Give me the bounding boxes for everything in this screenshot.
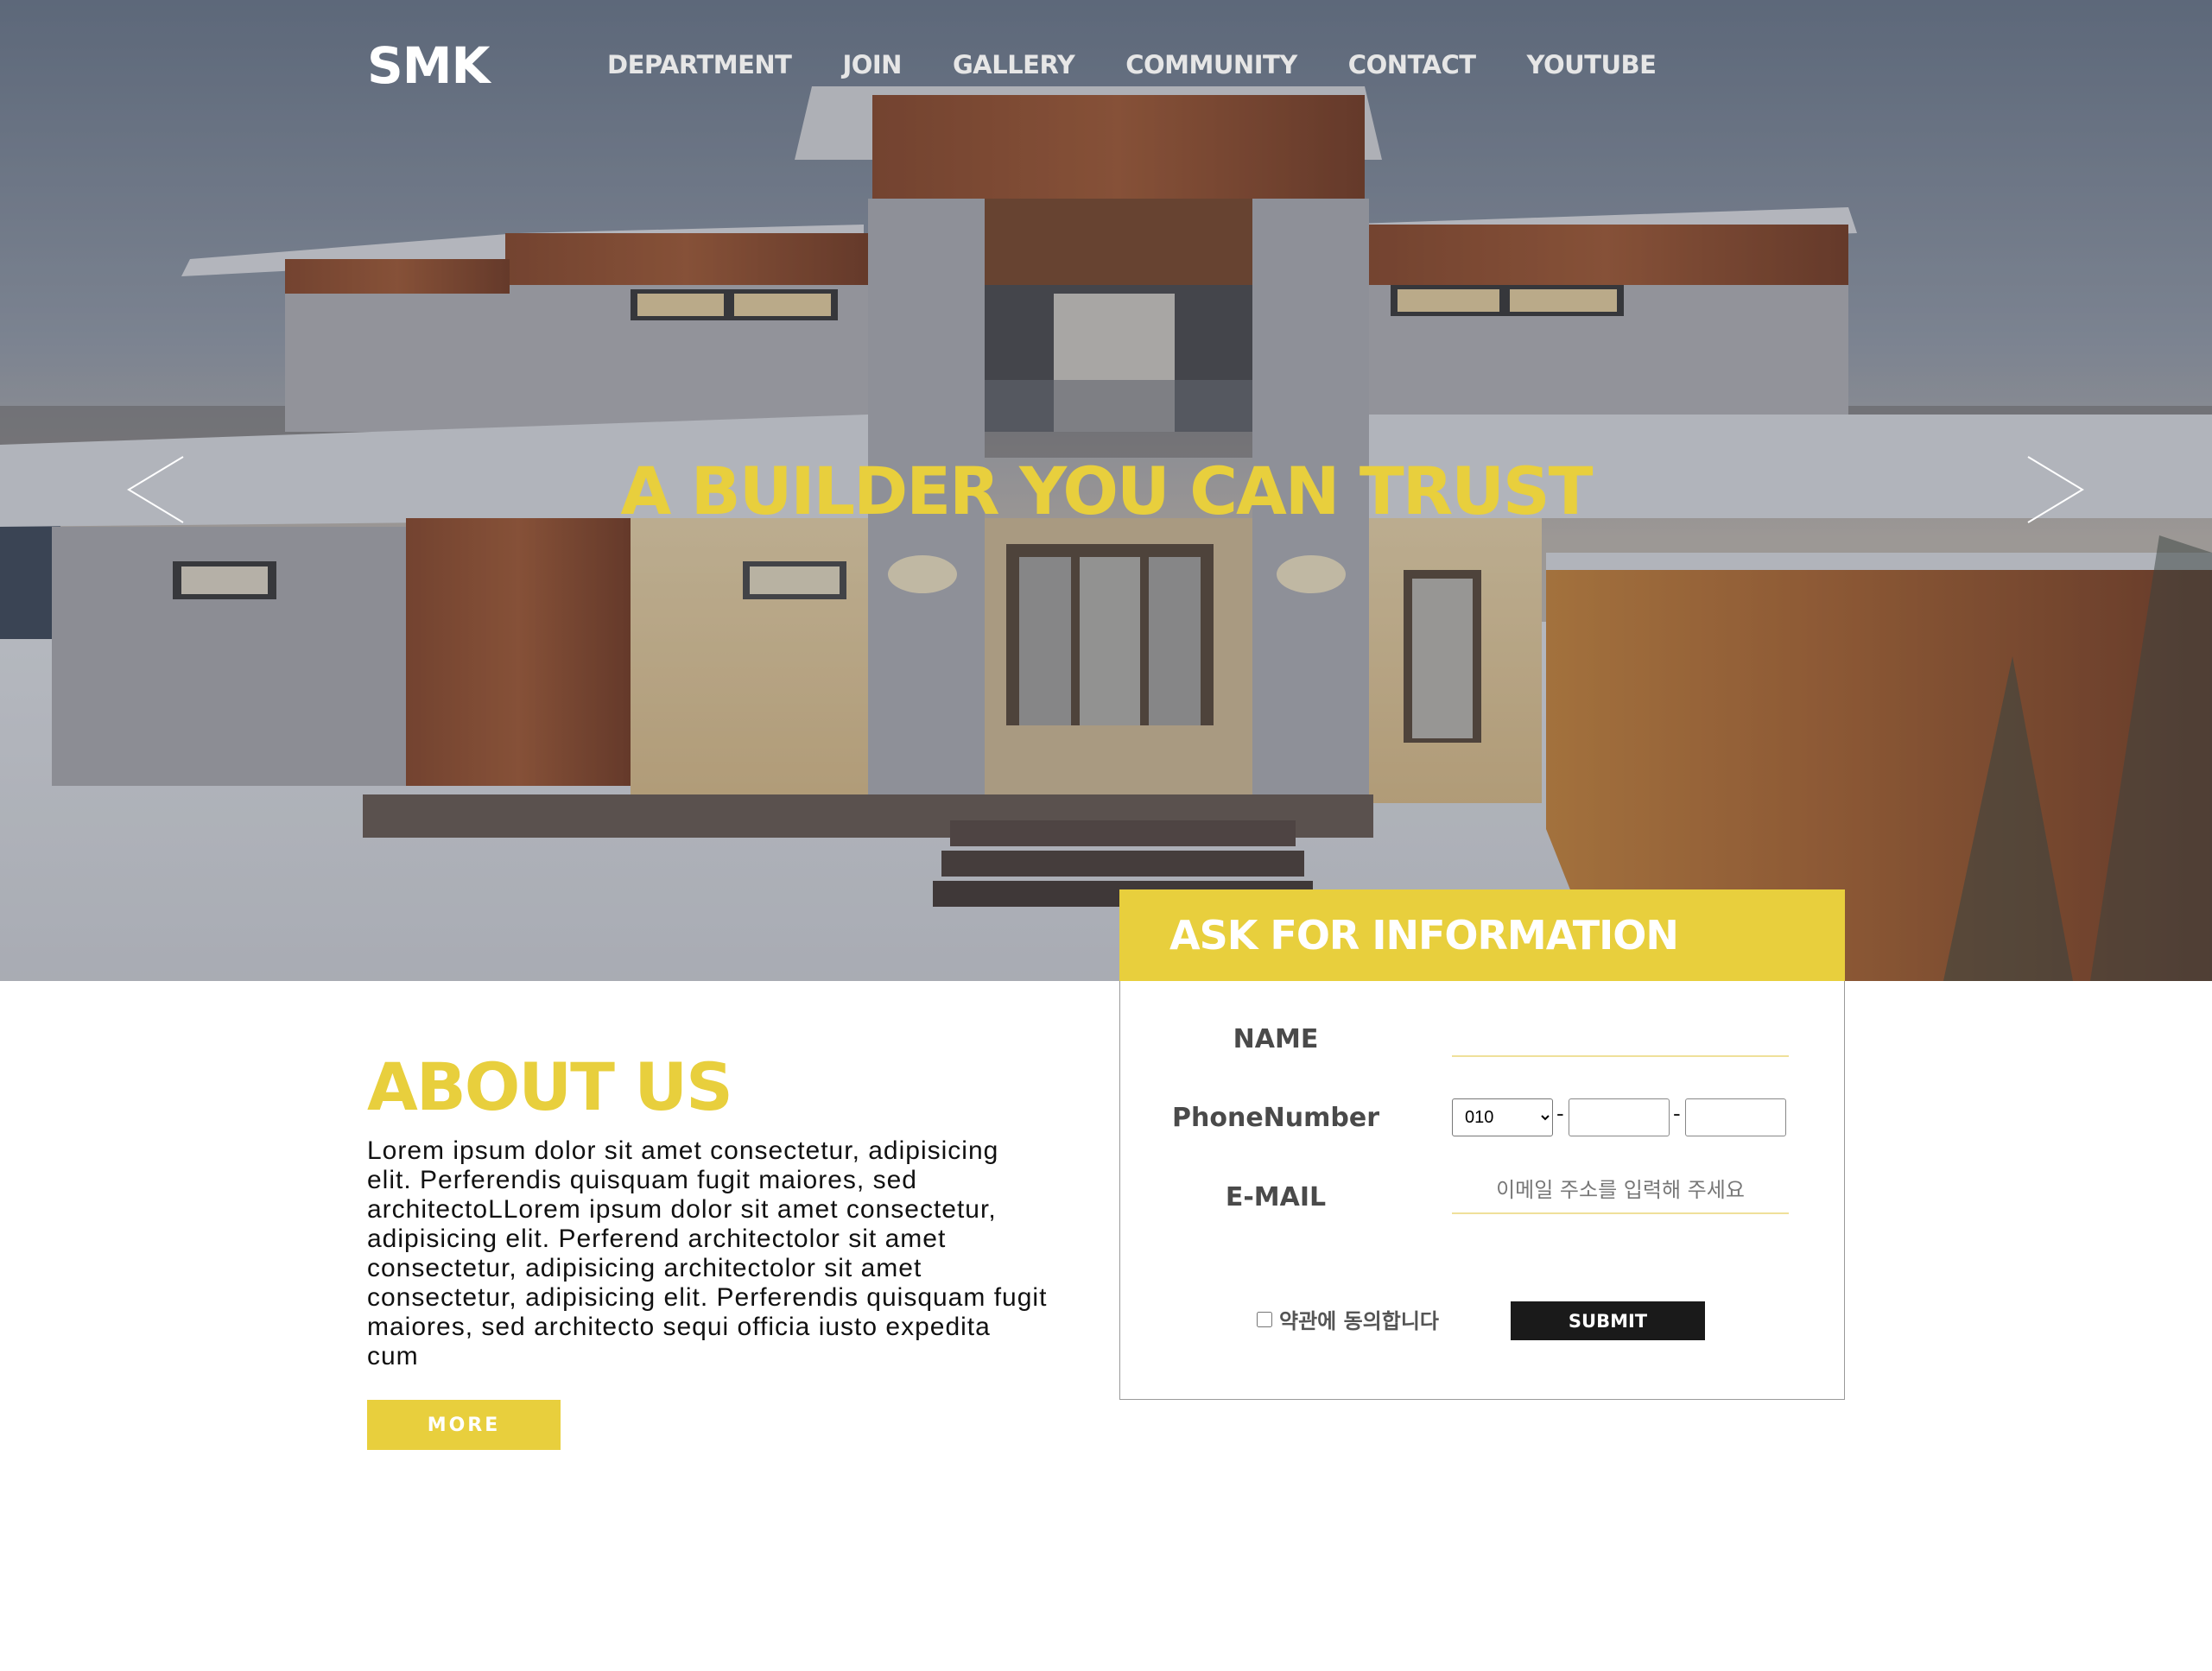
email-input[interactable]	[1452, 1168, 1789, 1214]
main-nav: DEPARTMENT JOIN GALLERY COMMUNITY CONTAC…	[607, 50, 1657, 79]
about-title: ABOUT US	[367, 1048, 733, 1125]
terms-agreement[interactable]: 약관에 동의합니다	[1257, 1304, 1439, 1334]
site-logo[interactable]: SMK	[367, 36, 490, 95]
phone-label: PhoneNumber	[1172, 1103, 1379, 1133]
nav-join[interactable]: JOIN	[842, 50, 902, 79]
nav-community[interactable]: COMMUNITY	[1125, 50, 1297, 79]
terms-checkbox[interactable]	[1257, 1311, 1272, 1327]
email-label: E-MAIL	[1225, 1182, 1327, 1212]
form-title: ASK FOR INFORMATION	[1169, 912, 1679, 959]
form-header: ASK FOR INFORMATION	[1119, 889, 1845, 981]
about-text: Lorem ipsum dolor sit amet consectetur, …	[367, 1136, 1048, 1370]
nav-gallery[interactable]: GALLERY	[953, 50, 1075, 79]
chevron-left-icon	[127, 456, 184, 523]
name-input[interactable]	[1452, 1010, 1789, 1057]
nav-youtube[interactable]: YOUTUBE	[1527, 50, 1657, 79]
hero-headline: A BUILDER YOU CAN TRUST	[620, 453, 1593, 529]
name-label: NAME	[1233, 1024, 1319, 1054]
slider-next-button[interactable]	[2025, 455, 2085, 524]
hero-banner: SMK DEPARTMENT JOIN GALLERY COMMUNITY CO…	[0, 0, 2212, 981]
phone-last-input[interactable]	[1685, 1098, 1786, 1136]
slider-prev-button[interactable]	[126, 455, 187, 524]
submit-button[interactable]: SUBMIT	[1511, 1301, 1705, 1340]
terms-label: 약관에 동의합니다	[1279, 1309, 1439, 1333]
phone-prefix-select[interactable]: 010	[1452, 1098, 1553, 1136]
more-button[interactable]: MORE	[367, 1400, 561, 1450]
info-form: NAME PhoneNumber 010 - - E-MAIL 약관에 동의합니…	[1119, 981, 1845, 1400]
nav-contact[interactable]: CONTACT	[1348, 50, 1476, 79]
phone-middle-input[interactable]	[1569, 1098, 1670, 1136]
phone-dash: -	[1556, 1100, 1564, 1126]
nav-department[interactable]: DEPARTMENT	[607, 50, 792, 79]
chevron-right-icon	[2027, 456, 2084, 523]
phone-dash: -	[1673, 1100, 1681, 1126]
